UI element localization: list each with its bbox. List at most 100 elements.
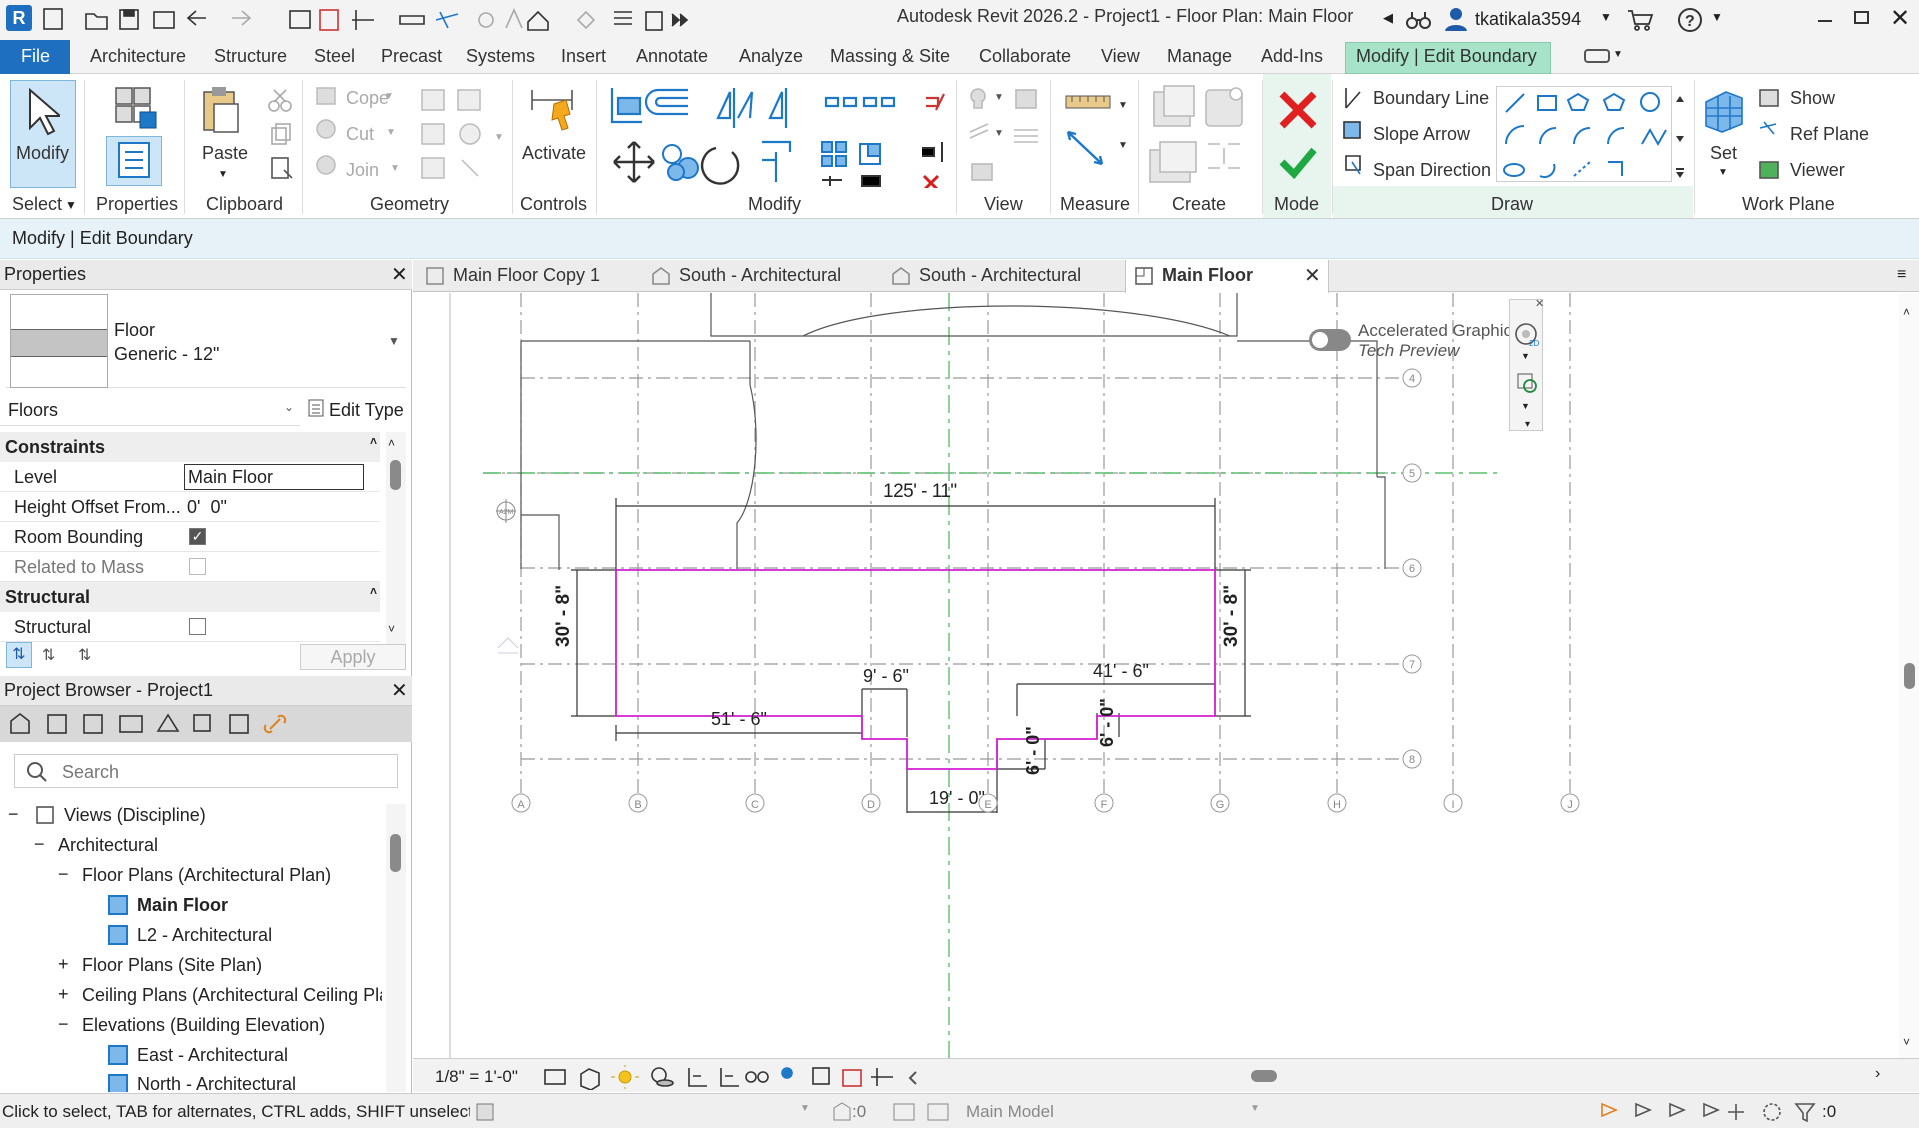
h-scroll-thumb[interactable] (1251, 1070, 1277, 1082)
help-icon[interactable]: ? (1676, 6, 1704, 34)
set-label[interactable]: Set (1710, 143, 1737, 164)
floor-plan-drawing[interactable]: 4 5 6 7 8 A B C D E F G H I J A2M (413, 293, 1919, 1058)
paste-dropdown-icon[interactable]: ▼ (218, 169, 228, 180)
tab-annotate[interactable]: Annotate (636, 46, 708, 67)
geometry-icons[interactable] (314, 84, 340, 184)
type-selector[interactable]: Floor Generic - 12" ▼ (6, 292, 406, 388)
user-dropdown-icon[interactable]: ▼ (1600, 10, 1612, 24)
restore-button[interactable] (1854, 11, 1869, 24)
design-options-icons[interactable] (892, 1100, 952, 1124)
geometry-small-icons[interactable]: ▼ (418, 84, 506, 184)
steering-wheel-icon[interactable]: 2D (1513, 321, 1541, 349)
tab-south-architectural-1[interactable]: South - Architectural (643, 260, 863, 292)
collapse-elevations-icon[interactable]: − (58, 1014, 69, 1035)
draw-mode-icons[interactable] (1342, 86, 1364, 182)
h-scroll-right-icon[interactable]: › (1875, 1065, 1880, 1083)
dim-6-0-a[interactable]: 6' - 0" (1023, 726, 1044, 775)
constraints-group[interactable]: Constraints ˄ (0, 432, 380, 462)
level-value-field[interactable]: Main Floor (184, 464, 364, 490)
help-dropdown-icon[interactable]: ▼ (1711, 10, 1723, 24)
tab-analyze[interactable]: Analyze (739, 46, 803, 67)
dim-top-overall[interactable]: 125' - 11" (883, 481, 957, 503)
collapse-floor-plans-icon[interactable]: − (58, 864, 69, 885)
dim-right[interactable]: 30' - 8" (1221, 585, 1243, 647)
viewer-button[interactable]: Viewer (1790, 160, 1845, 181)
modify-tools-icons[interactable] (604, 84, 954, 188)
dim-9-6[interactable]: 9' - 6" (863, 666, 909, 687)
nav-bar-close-icon[interactable]: ✕ (1535, 297, 1544, 310)
tree-floor-plans-site[interactable]: Floor Plans (Site Plan) (82, 955, 262, 976)
canvas-vertical-scrollbar[interactable]: ˄ ˅ (1899, 293, 1919, 1058)
binoculars-icon[interactable] (1404, 8, 1434, 32)
tab-insert[interactable]: Insert (561, 46, 606, 67)
worksets-icon[interactable] (474, 1100, 498, 1124)
browser-scrollbar[interactable] (386, 804, 406, 1092)
join-dropdown-icon[interactable]: ▼ (390, 163, 400, 174)
set-workplane-icon[interactable] (1702, 88, 1746, 134)
create-tools-icons[interactable] (1146, 84, 1256, 188)
paste-icon[interactable] (200, 84, 244, 136)
expand-ceiling-plans-icon[interactable]: + (58, 984, 69, 1005)
dim-19-0[interactable]: 19' - 0" (929, 788, 985, 809)
browser-close-icon[interactable]: ✕ (391, 678, 408, 703)
sort-descending-icon[interactable]: ⇅ (78, 645, 91, 665)
zoom-region-icon[interactable] (1515, 371, 1541, 397)
tab-steel[interactable]: Steel (314, 46, 355, 67)
cope-label[interactable]: Cope (346, 88, 389, 109)
tree-l2-architectural[interactable]: L2 - Architectural (137, 925, 272, 946)
properties-close-icon[interactable]: ✕ (391, 262, 408, 287)
collapse-architectural-icon[interactable]: − (34, 834, 45, 855)
workset-dropdown-icon[interactable]: ▼ (800, 1103, 810, 1114)
select-panel-label[interactable]: Select (12, 194, 62, 215)
tab-add-ins[interactable]: Add-Ins (1261, 46, 1323, 67)
collapse-views-icon[interactable]: − (8, 804, 19, 825)
dim-left[interactable]: 30' - 8" (553, 585, 575, 647)
tab-architecture[interactable]: Architecture (90, 46, 186, 67)
dim-41-6[interactable]: 41' - 6" (1093, 661, 1149, 682)
tree-main-floor[interactable]: Main Floor (137, 895, 228, 916)
tab-structure[interactable]: Structure (214, 46, 287, 67)
activate-icon[interactable] (528, 84, 582, 140)
collapse-structural-icon[interactable]: ˄ (370, 584, 377, 598)
cut-label[interactable]: Cut (346, 124, 374, 145)
tree-elevations[interactable]: Elevations (Building Elevation) (82, 1015, 325, 1036)
span-direction-button[interactable]: Span Direction (1373, 160, 1491, 181)
v-scroll-up-icon[interactable]: ˄ (1903, 305, 1910, 319)
tree-north-architectural[interactable]: North - Architectural (137, 1074, 296, 1092)
ref-plane-button[interactable]: Ref Plane (1790, 124, 1869, 145)
boundary-line-button[interactable]: Boundary Line (1373, 88, 1489, 109)
tree-architectural[interactable]: Architectural (58, 835, 158, 856)
scroll-up-icon[interactable]: ˄ (388, 436, 395, 450)
tab-view[interactable]: View (1101, 46, 1140, 67)
select-dropdown-icon[interactable]: ▼ (65, 198, 77, 212)
cope-dropdown-icon[interactable]: ▼ (384, 91, 394, 102)
workplane-small-icons[interactable] (1758, 88, 1782, 184)
edit-type-icon[interactable] (307, 398, 325, 418)
dim-6-0-b[interactable]: 6' - 0" (1097, 698, 1118, 747)
show-workplane-button[interactable]: Show (1790, 88, 1835, 109)
height-offset-value[interactable]: 0' 0" (187, 497, 227, 518)
nav-bar-options-icon[interactable]: ▾ (1525, 419, 1530, 430)
v-scroll-down-icon[interactable]: ˅ (1903, 1035, 1910, 1049)
dim-51-6[interactable]: 51' - 6" (711, 709, 767, 730)
sort-order-button[interactable]: ⇅ (6, 642, 32, 668)
ribbon-minimize-icon[interactable] (1584, 49, 1610, 63)
tree-east-architectural[interactable]: East - Architectural (137, 1045, 288, 1066)
tab-main-floor-copy-1[interactable]: Main Floor Copy 1 (417, 260, 600, 292)
tab-modify-edit-boundary[interactable]: Modify | Edit Boundary (1356, 46, 1537, 67)
scroll-down-icon[interactable]: ˅ (388, 622, 395, 636)
design-option-dropdown-icon[interactable]: ▼ (1250, 1103, 1260, 1114)
minimize-button[interactable] (1818, 20, 1832, 22)
category-filter[interactable]: Floors ⌄ (0, 394, 300, 426)
tree-ceiling-plans[interactable]: Ceiling Plans (Architectural Ceiling Pla (82, 985, 382, 1006)
user-name[interactable]: tkatikala3594 (1475, 9, 1581, 30)
tab-south-architectural-2[interactable]: South - Architectural (883, 260, 1103, 292)
tree-floor-plans-architectural[interactable]: Floor Plans (Architectural Plan) (82, 865, 331, 886)
collapse-constraints-icon[interactable]: ˄ (370, 434, 377, 448)
accelerated-graphics-toggle[interactable] (1309, 329, 1351, 351)
paste-label[interactable]: Paste (202, 143, 248, 164)
close-window-button[interactable]: ✕ (1890, 4, 1910, 33)
tab-systems[interactable]: Systems (466, 46, 535, 67)
apply-button[interactable]: Apply (300, 644, 406, 670)
browser-toolbar-icons[interactable] (8, 711, 298, 737)
